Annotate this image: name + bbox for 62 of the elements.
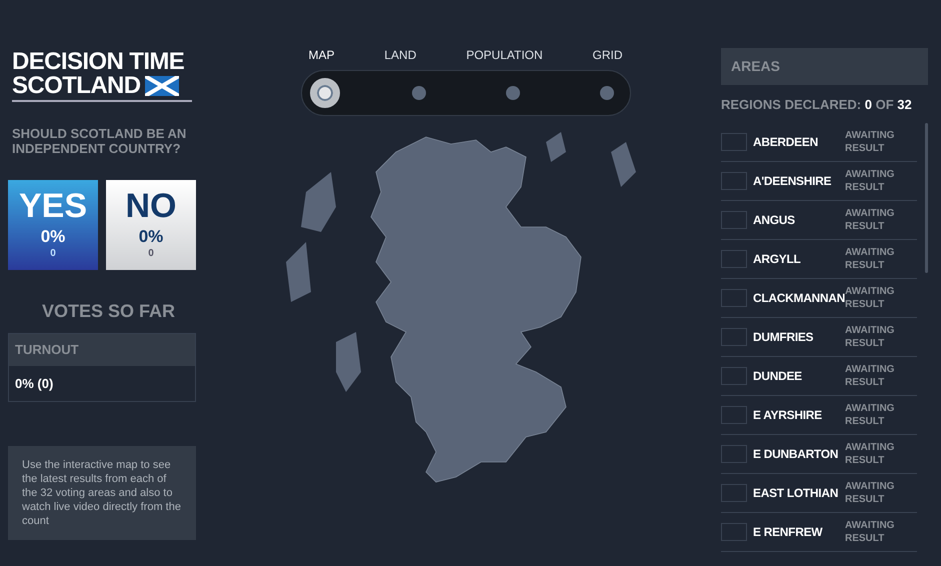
areas-header: AREAS xyxy=(721,48,928,85)
view-tab[interactable]: GRID xyxy=(592,46,622,64)
slider-stop[interactable] xyxy=(600,86,614,100)
area-name: ANGUS xyxy=(753,212,796,228)
area-status: AWAITING RESULT xyxy=(845,480,896,506)
area-row[interactable]: DUNDEE AWAITING RESULT xyxy=(721,356,918,396)
area-status: AWAITING RESULT xyxy=(845,440,896,466)
votes-heading: VOTES SO FAR xyxy=(42,300,176,323)
turnout-value: 0% (0) xyxy=(14,374,54,393)
result-card: NO 0% 0 xyxy=(106,180,196,270)
view-tab[interactable]: LAND xyxy=(384,46,416,64)
scrollbar[interactable] xyxy=(925,122,928,272)
area-row[interactable]: A'DEENSHIRE AWAITING RESULT xyxy=(721,162,918,200)
area-status: AWAITING RESULT xyxy=(845,518,896,544)
area-row[interactable]: ARGYLL AWAITING RESULT xyxy=(721,240,918,278)
area-swatch xyxy=(721,366,747,384)
turnout-label: TURNOUT xyxy=(9,334,195,366)
area-status: AWAITING RESULT xyxy=(845,168,896,194)
area-status: AWAITING RESULT xyxy=(845,402,896,428)
area-swatch xyxy=(721,406,747,424)
area-status: AWAITING RESULT xyxy=(845,362,896,388)
view-tab[interactable]: MAP xyxy=(308,46,335,64)
area-name: CLACKMANNAN xyxy=(753,290,845,306)
area-row[interactable]: E RENFREW AWAITING RESULT xyxy=(721,512,918,552)
area-swatch xyxy=(721,172,747,190)
area-swatch xyxy=(721,210,747,228)
regions-declared: REGIONS DECLARED: 0 OF 32 xyxy=(721,96,913,114)
slider-stop[interactable] xyxy=(310,78,340,108)
view-slider[interactable] xyxy=(300,70,630,116)
logo: DECISION TIME SCOTLAND xyxy=(12,50,192,102)
area-name: E RENFREW xyxy=(753,524,824,540)
info-text: Use the interactive map to see the latest results from each of the 32 voting areas and also to watch live video directly from the count xyxy=(8,446,196,540)
area-name: DUMFRIES xyxy=(753,328,814,346)
saltire-flag-icon xyxy=(144,76,179,96)
area-row[interactable]: E AYRSHIRE AWAITING RESULT xyxy=(721,396,918,434)
area-row[interactable]: DUMFRIES AWAITING RESULT xyxy=(721,318,918,356)
area-swatch xyxy=(721,250,747,268)
area-name: ABERDEEN xyxy=(753,134,819,150)
area-name: EAST LOTHIAN xyxy=(753,484,840,502)
slider-stop[interactable] xyxy=(506,86,520,100)
area-swatch xyxy=(721,444,747,462)
area-swatch xyxy=(721,328,747,346)
area-swatch xyxy=(721,132,747,150)
result-card: YES 0% 0 xyxy=(8,180,98,270)
area-swatch xyxy=(721,288,747,306)
area-name: DUNDEE xyxy=(753,368,803,384)
area-status: AWAITING RESULT xyxy=(845,324,896,350)
area-swatch xyxy=(721,522,747,540)
view-tab[interactable]: POPULATION xyxy=(466,46,543,64)
area-row[interactable]: ANGUS AWAITING RESULT xyxy=(721,200,918,240)
area-status: AWAITING RESULT xyxy=(845,206,896,232)
area-name: E AYRSHIRE xyxy=(753,406,823,424)
area-status: AWAITING RESULT xyxy=(845,128,896,154)
area-row[interactable]: ABERDEEN AWAITING RESULT xyxy=(721,122,918,162)
area-swatch xyxy=(721,484,747,502)
area-name: A'DEENSHIRE xyxy=(753,172,832,190)
area-name: ARGYLL xyxy=(753,250,802,268)
area-name: E DUNBARTON xyxy=(753,446,840,462)
question-text: SHOULD SCOTLAND BE AN INDEPENDENT COUNTRY? xyxy=(12,126,188,156)
area-status: AWAITING RESULT xyxy=(845,284,896,310)
slider-stop[interactable] xyxy=(412,86,426,100)
area-status: AWAITING RESULT xyxy=(845,246,896,272)
